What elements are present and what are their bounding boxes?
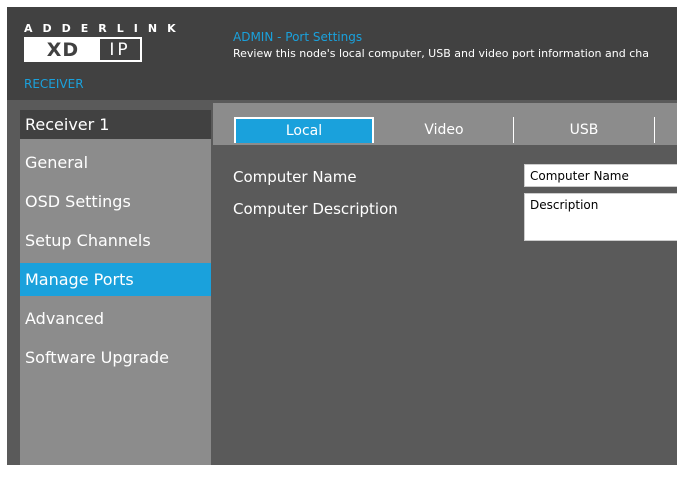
sidebar-item-advanced[interactable]: Advanced (20, 302, 211, 335)
computer-description-label: Computer Description (233, 200, 398, 218)
main-content: Local Video USB Computer Name Computer D… (213, 103, 677, 465)
tab-video[interactable]: Video (375, 117, 513, 143)
sidebar-item-setup-channels[interactable]: Setup Channels (20, 224, 211, 257)
computer-description-input[interactable]: Description (524, 193, 677, 241)
sidebar: Receiver 1 General OSD Settings Setup Ch… (20, 110, 211, 465)
app-frame: ADDERLINK XD IP RECEIVER ADMIN - Port Se… (7, 7, 677, 465)
header: ADDERLINK XD IP RECEIVER ADMIN - Port Se… (7, 7, 677, 100)
sidebar-item-general[interactable]: General (20, 146, 211, 179)
page-description: Review this node's local computer, USB a… (233, 47, 649, 60)
tab-local[interactable]: Local (234, 117, 374, 143)
sidebar-item-software-upgrade[interactable]: Software Upgrade (20, 341, 211, 374)
xdip-logo: XD IP (24, 37, 142, 62)
sidebar-item-osd-settings[interactable]: OSD Settings (20, 185, 211, 218)
device-role-label: RECEIVER (24, 77, 84, 91)
computer-name-label: Computer Name (233, 168, 357, 186)
page-title: ADMIN - Port Settings (233, 30, 363, 44)
tab-bar: Local Video USB (213, 103, 677, 145)
brand-wordmark: ADDERLINK (24, 22, 186, 35)
tab-separator (654, 117, 655, 143)
computer-name-input[interactable] (524, 164, 677, 187)
sidebar-device-name: Receiver 1 (20, 110, 211, 139)
logo-xd: XD (26, 39, 100, 60)
tab-usb[interactable]: USB (514, 117, 654, 143)
logo-ip: IP (109, 39, 131, 60)
sidebar-menu: General OSD Settings Setup Channels Mana… (20, 146, 211, 380)
sidebar-item-manage-ports[interactable]: Manage Ports (20, 263, 211, 296)
